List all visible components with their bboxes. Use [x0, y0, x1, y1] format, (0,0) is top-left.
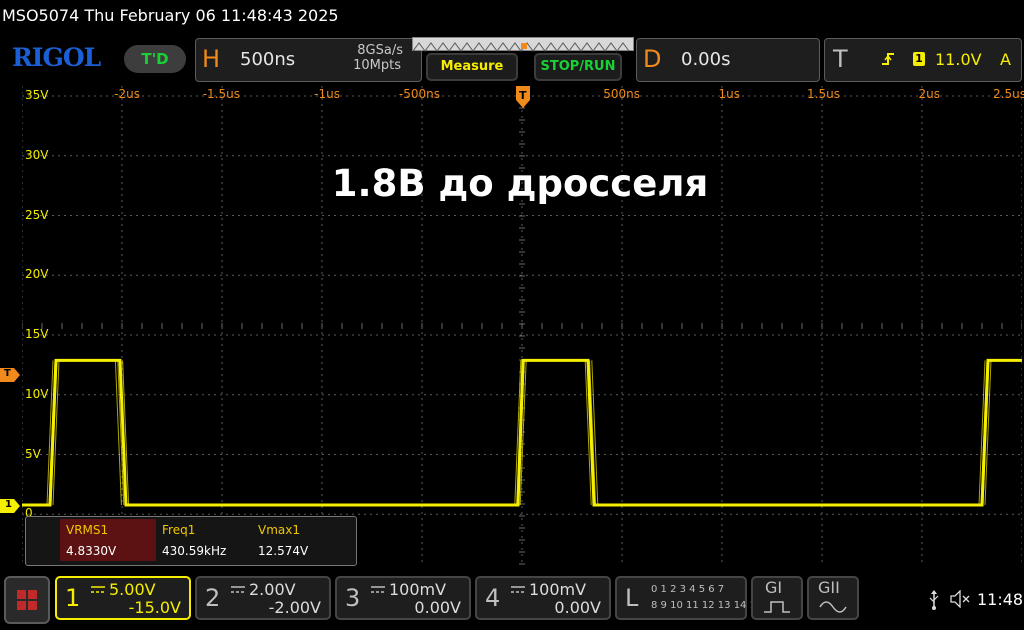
logic-letter: L: [625, 584, 639, 612]
dc-coupling-icon: [511, 586, 525, 593]
time-axis-label: -2us: [114, 87, 140, 101]
channel-1-box[interactable]: 1 5.00V -15.0V: [55, 576, 191, 620]
status-bar: MSO5074 Thu February 06 11:48:43 2025: [0, 0, 1024, 34]
channel-2-box[interactable]: 2 2.00V -2.00V: [195, 576, 331, 620]
channel-1-ground-marker[interactable]: 1: [0, 499, 20, 513]
horizontal-letter: H: [202, 45, 221, 73]
generator-1-label: GI: [765, 578, 783, 597]
voltage-axis-label: 10V: [25, 386, 49, 401]
measurement-value: 430.59kHz: [162, 544, 227, 558]
measurement-label: Freq1: [162, 523, 196, 537]
clock: 11:48: [977, 590, 1024, 609]
voltage-axis-label: 25V: [25, 207, 49, 222]
time-axis-label: 2us: [918, 87, 941, 101]
delay-letter: D: [643, 45, 662, 73]
time-axis-label: -500ns: [398, 87, 440, 101]
trigger-edge-icon: [882, 53, 894, 65]
trigger-letter: T: [833, 45, 848, 73]
channel-3-scale: 100mV: [389, 580, 447, 599]
dc-coupling-icon: [371, 586, 385, 593]
memory-depth: 10Mpts: [353, 58, 401, 73]
channel-2-number: 2: [205, 584, 221, 612]
trigger-level-marker[interactable]: T: [0, 368, 20, 382]
time-axis-label: 500ns: [603, 87, 640, 101]
rigol-logo: RIGOL: [12, 43, 101, 72]
measurement-panel[interactable]: VRMS1 4.8330V Freq1 430.59kHz Vmax1 12.5…: [25, 516, 357, 566]
channel-3-offset: 0.00V: [414, 598, 461, 617]
generator-2-button[interactable]: GII: [807, 576, 859, 620]
trigger-mode: A: [1000, 50, 1011, 69]
sine-wave-icon: [819, 601, 847, 613]
measure-button[interactable]: Measure: [426, 53, 518, 81]
measurement-value: 4.8330V: [66, 544, 117, 558]
channel-3-number: 3: [345, 584, 361, 612]
menu-button[interactable]: [4, 576, 50, 624]
overview-position-marker: [521, 43, 527, 49]
channel-1-ground-marker-label: 1: [5, 499, 12, 510]
measurement-label: VRMS1: [66, 523, 109, 537]
time-axis-label: 2.5us: [993, 87, 1024, 101]
logic-row-2: 8 9 10 11 12 13 14 15: [651, 600, 763, 611]
dc-coupling-icon: [231, 586, 245, 593]
overview-pattern: [412, 42, 630, 52]
channel-1-offset: -15.0V: [128, 598, 181, 617]
trigger-level: 11.0V: [935, 50, 982, 69]
delay-panel[interactable]: D 0.00s: [636, 38, 820, 82]
sample-rate: 8GSa/s: [357, 43, 403, 58]
time-axis-label: 1us: [718, 87, 741, 101]
annotation-text: 1.8В до дросселя: [331, 162, 709, 205]
time-axis-label: -1.5us: [202, 87, 240, 101]
trigger-position-letter: T: [519, 89, 527, 102]
dc-coupling-icon: [91, 586, 105, 593]
time-axis-label: 1.5us: [807, 87, 840, 101]
time-axis-label: -1us: [314, 87, 340, 101]
voltage-axis-label: 15V: [25, 327, 49, 341]
horizontal-panel[interactable]: H 500ns 8GSa/s 10Mpts: [195, 38, 422, 82]
channel-2-offset: -2.00V: [268, 598, 321, 617]
channel-3-box[interactable]: 3 100mV 0.00V: [335, 576, 471, 620]
scope-display[interactable]: [22, 86, 1022, 566]
channel-4-number: 4: [485, 584, 501, 612]
stop-run-button[interactable]: STOP/RUN: [534, 53, 622, 81]
channel-4-scale: 100mV: [529, 580, 587, 599]
trigger-source-badge: 1: [913, 52, 925, 66]
measurement-value: 12.574V: [258, 544, 309, 558]
square-wave-icon: [764, 601, 790, 613]
waveform-overview-bar[interactable]: [412, 37, 634, 52]
generator-2-label: GII: [818, 578, 840, 597]
voltage-axis-label: 30V: [25, 147, 49, 162]
speaker-muted-icon[interactable]: [950, 590, 970, 608]
status-text: MSO5074 Thu February 06 11:48:43 2025: [2, 6, 339, 25]
channel-1-scale: 5.00V: [109, 580, 156, 599]
delay-value: 0.00s: [681, 49, 731, 70]
channel-4-offset: 0.00V: [554, 598, 601, 617]
td-badge[interactable]: T'D: [124, 45, 186, 73]
logic-row-1: 0 1 2 3 4 5 6 7: [651, 584, 725, 595]
channel-1-number: 1: [65, 584, 81, 612]
usb-icon: [929, 590, 939, 610]
trigger-panel[interactable]: T 1 11.0V A: [824, 38, 1022, 82]
channel-2-scale: 2.00V: [249, 580, 296, 599]
menu-icon: [17, 590, 37, 610]
voltage-axis-label: 5V: [25, 446, 41, 461]
voltage-axis-label: 20V: [25, 267, 49, 282]
timebase-value: 500ns: [240, 49, 296, 70]
trigger-level-marker-label: T: [4, 368, 11, 379]
generator-1-button[interactable]: GI: [751, 576, 803, 620]
channel-4-box[interactable]: 4 100mV 0.00V: [475, 576, 611, 620]
voltage-axis-label: 35V: [25, 88, 49, 102]
logic-box[interactable]: L 0 1 2 3 4 5 6 7 8 9 10 11 12 13 14 15: [615, 576, 762, 620]
measurement-label: Vmax1: [258, 523, 300, 537]
